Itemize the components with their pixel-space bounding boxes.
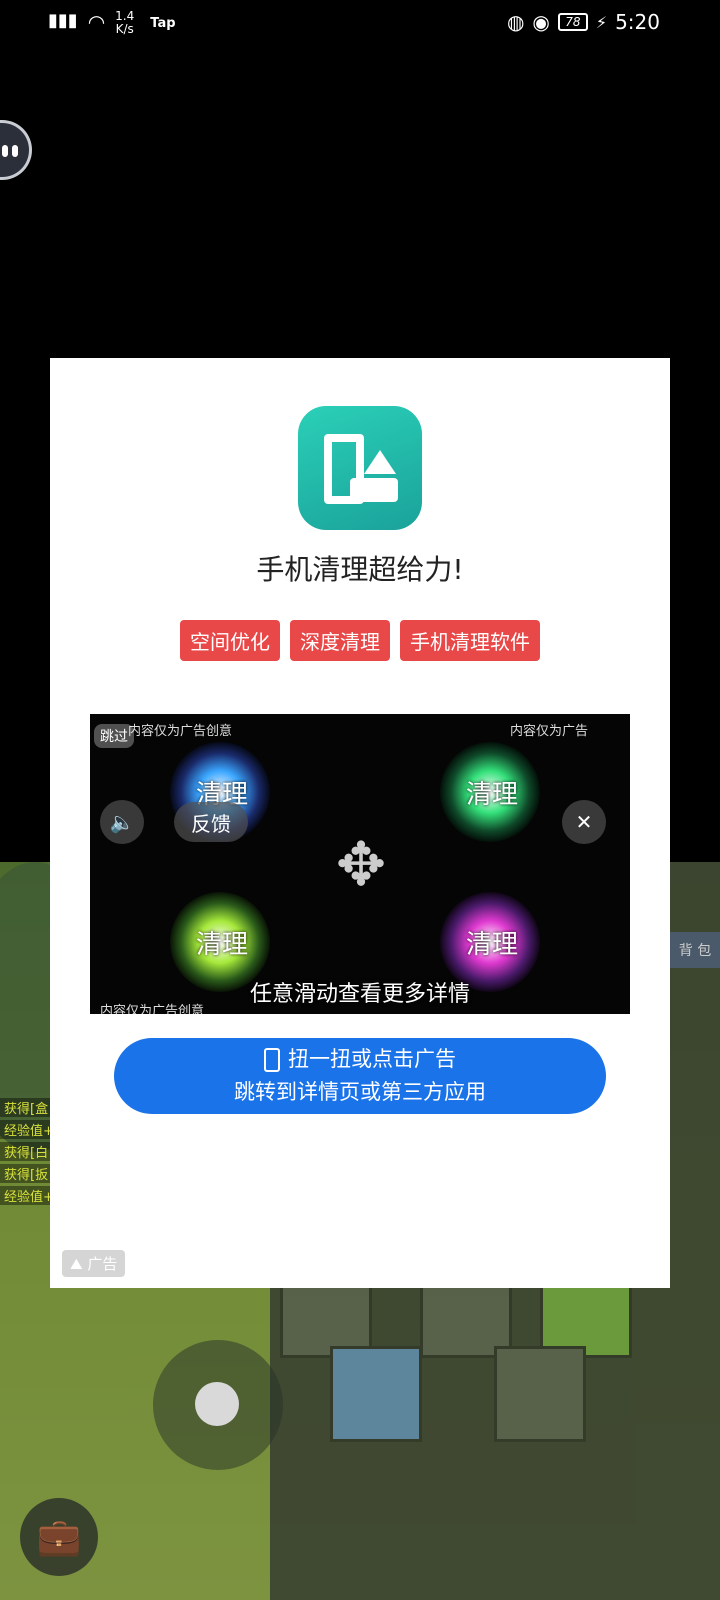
skip-button[interactable]: 跳过 — [94, 724, 134, 748]
movement-joystick[interactable] — [153, 1340, 283, 1470]
network-speed: 1.4 K/s — [115, 9, 135, 36]
hd-icon: ◍ — [506, 10, 525, 34]
swipe-gesture-icon: ✥ — [335, 830, 387, 900]
mute-button[interactable]: 🔈 — [100, 800, 144, 844]
wifi-icon: ◠ — [87, 10, 106, 34]
log-line: 获得[盒 — [0, 1098, 53, 1117]
phone-icon — [264, 1048, 280, 1072]
carrier-tag: Tap — [150, 16, 176, 31]
charging-icon: ⚡ — [595, 12, 608, 32]
log-line: 获得[白 — [0, 1142, 53, 1161]
ad-cta-button[interactable]: 扭一扭或点击广告 跳转到详情页或第三方应用 — [114, 1038, 606, 1114]
inventory-slot-backpack[interactable] — [494, 1346, 586, 1442]
tag-space-optimize: 空间优化 — [180, 620, 280, 661]
ad-headline: 手机清理超给力! — [256, 553, 464, 586]
status-bar: ▮▮▮ ◠ 1.4 K/s Tap ◍ ◉ 78 ⚡ 5:20 — [0, 0, 720, 52]
battery-icon: 78 — [557, 13, 588, 31]
inventory-slot-knife[interactable] — [330, 1346, 422, 1442]
tag-deep-clean: 深度清理 — [290, 620, 390, 661]
swipe-hint: 任意滑动查看更多详情 — [249, 982, 470, 1007]
close-icon: ✕ — [575, 810, 593, 834]
backpack-tab[interactable]: 背 包 — [670, 932, 720, 968]
disclaimer: 内容仅为广告创意 — [128, 724, 233, 739]
briefcase-button[interactable]: 💼 — [20, 1498, 98, 1576]
tag-phone-cleaner: 手机清理软件 — [400, 620, 540, 661]
log-line: 获得[扳 — [0, 1164, 53, 1183]
floating-assistant-button[interactable] — [0, 120, 32, 180]
ad-video[interactable]: 清理 清理 清理 清理 内容仅为广告创意 内容仅为广告 内容仅为广告创意 跳过 … — [90, 714, 630, 1014]
feedback-button[interactable]: 反馈 — [174, 802, 248, 842]
disclaimer: 内容仅为广告 — [510, 724, 589, 739]
ad-dialog[interactable]: 手机清理超给力! 空间优化 深度清理 手机清理软件 清理 清理 清理 清理 内容… — [50, 358, 670, 1288]
app-logo[interactable] — [298, 406, 422, 530]
ad-platform-icon: ⛰ — [70, 1255, 88, 1273]
speaker-icon: 🔈 — [109, 810, 135, 834]
briefcase-icon: 💼 — [36, 1517, 82, 1558]
ad-badge: ⛰ 广告 — [62, 1250, 126, 1277]
signal-icon: ▮▮▮ — [48, 10, 78, 31]
ad-tags: 空间优化 深度清理 手机清理软件 — [50, 620, 670, 661]
clock: 5:20 — [615, 10, 660, 34]
eye-icon: ◉ — [532, 10, 550, 34]
close-video-button[interactable]: ✕ — [562, 800, 606, 844]
joystick-knob[interactable] — [195, 1382, 239, 1426]
